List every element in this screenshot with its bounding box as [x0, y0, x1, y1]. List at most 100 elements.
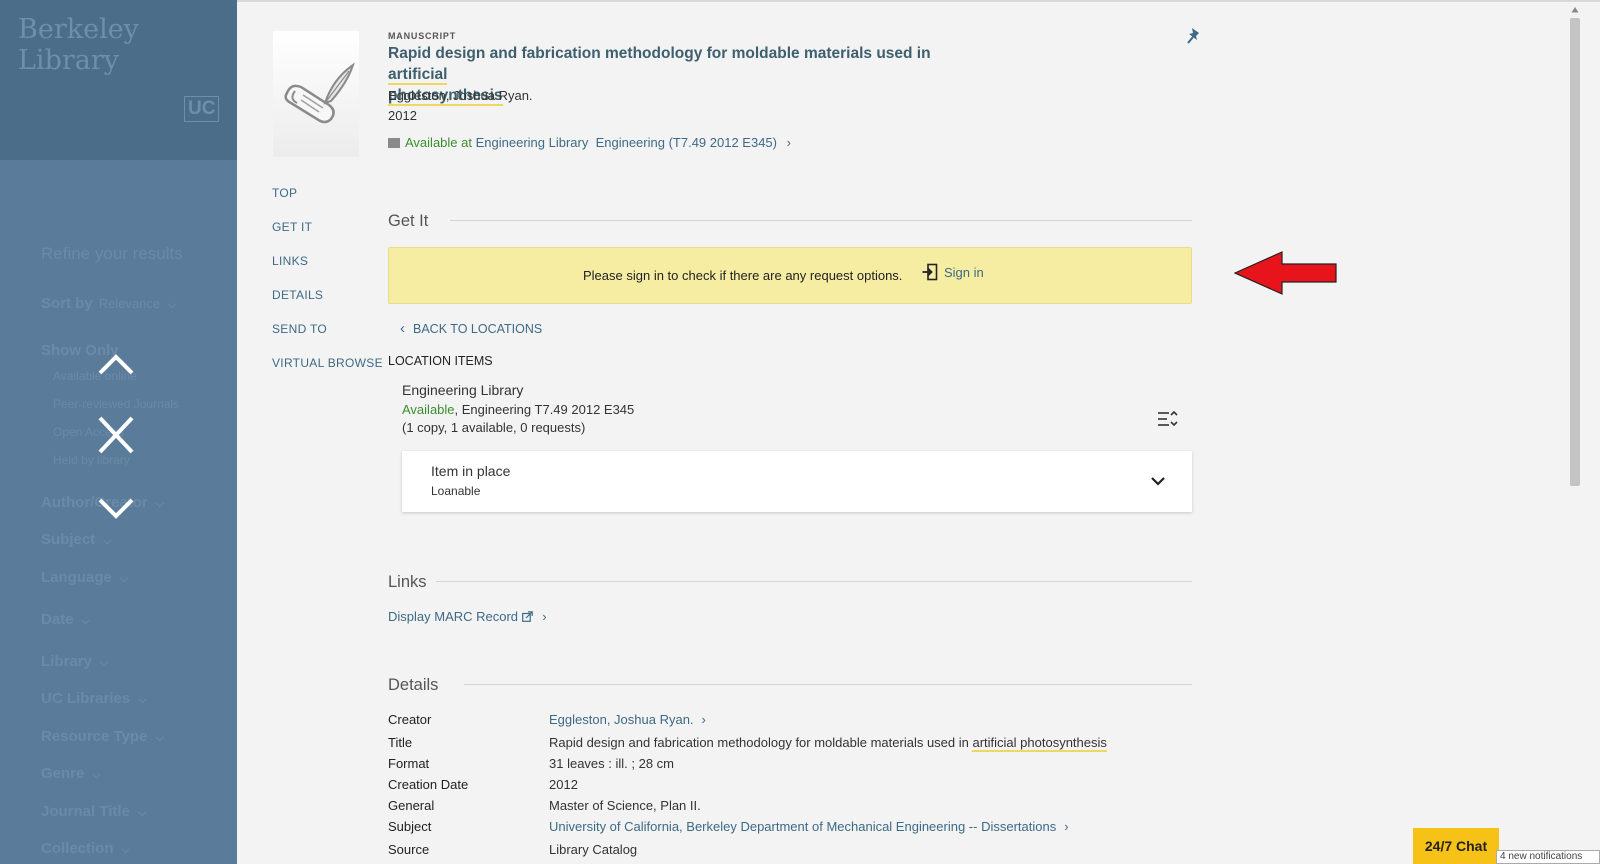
marc-label: Display MARC Record: [388, 609, 519, 624]
chevron-down-icon: ⌵: [81, 615, 90, 627]
facet-label: Subject: [41, 531, 96, 548]
next-record-icon[interactable]: [96, 494, 136, 524]
facet-label: Collection: [41, 840, 114, 857]
signin-banner: Please sign in to check if there are any…: [388, 247, 1192, 304]
external-link-icon: [521, 611, 533, 622]
subject-link[interactable]: University of California, Berkeley Depar…: [549, 819, 1069, 834]
close-icon[interactable]: [96, 414, 136, 456]
highlighted-term: artificial photosynthesis: [972, 735, 1107, 752]
chevron-down-icon: ⌵: [138, 694, 147, 706]
location-name: Engineering Library: [402, 382, 524, 398]
facet-date[interactable]: Date ⌵: [41, 611, 90, 628]
details-heading: Details: [388, 676, 439, 694]
subject-value: University of California, Berkeley Depar…: [549, 819, 1057, 834]
facet-label: Language: [41, 569, 112, 586]
detail-label: Creation Date: [388, 777, 469, 792]
source-value: Library Catalog: [549, 842, 638, 857]
book-icon: [388, 138, 400, 148]
facet-label: Date: [41, 611, 74, 628]
location-status: Available, Engineering T7.49 2012 E345: [402, 402, 634, 417]
detail-label: Creator: [388, 712, 432, 727]
location-copies: (1 copy, 1 available, 0 requests): [402, 420, 586, 435]
record-thumbnail: [273, 31, 359, 157]
facet-label: UC Libraries: [41, 690, 131, 707]
facet-label: Library: [41, 653, 92, 670]
chevron-right-icon: ›: [701, 712, 706, 727]
chevron-down-icon: ⌵: [119, 573, 129, 585]
side-nav-get-it[interactable]: GET IT: [272, 220, 312, 234]
back-to-locations-label: BACK TO LOCATIONS: [413, 322, 543, 336]
record-title-text: Rapid design and fabrication methodology…: [388, 45, 931, 62]
chevron-down-icon: ⌵: [92, 769, 101, 781]
item-title: Item in place: [431, 463, 511, 479]
section-divider: [464, 684, 1192, 685]
chevron-down-icon: ⌵: [155, 732, 164, 744]
scroll-up-icon[interactable]: [1571, 6, 1579, 14]
chevron-down-icon: ⌵: [121, 844, 130, 856]
sort-by-control[interactable]: Sort by Relevance ⌵: [41, 295, 176, 312]
detail-label: General: [388, 798, 435, 813]
chevron-right-icon: ›: [786, 135, 791, 150]
general-value: Master of Science, Plan II.: [549, 798, 701, 813]
signin-message: Please sign in to check if there are any…: [583, 268, 903, 283]
record-author: Eggleston, Joshua Ryan.: [388, 88, 533, 103]
facet-uc-libraries[interactable]: UC Libraries ⌵: [41, 690, 147, 707]
notifications-badge[interactable]: 4 new notifications: [1496, 850, 1600, 864]
chevron-left-icon: ‹: [400, 320, 405, 337]
chevron-right-icon: ›: [1064, 819, 1069, 834]
facet-label: Genre: [41, 765, 85, 782]
facet-resource-type[interactable]: Resource Type ⌵: [41, 728, 164, 745]
detail-label: Source: [388, 842, 430, 857]
availability-link[interactable]: Available at Engineering Library Enginee…: [388, 135, 791, 150]
facet-label: Journal Title: [41, 803, 130, 820]
signin-label: Sign in: [944, 264, 984, 280]
links-heading: Links: [388, 573, 427, 591]
facet-subject[interactable]: Subject ⌵: [41, 531, 112, 548]
facet-genre[interactable]: Genre ⌵: [41, 765, 101, 782]
previous-record-icon[interactable]: [96, 349, 136, 379]
sign-in-icon: [922, 263, 938, 281]
back-to-locations-link[interactable]: ‹ BACK TO LOCATIONS: [400, 320, 542, 337]
item-card[interactable]: Item in place Loanable: [402, 451, 1192, 512]
side-nav-details[interactable]: DETAILS: [272, 288, 323, 302]
uc-mark: UC: [184, 96, 220, 122]
availability-status: Available at: [405, 135, 472, 150]
creator-value: Eggleston, Joshua Ryan.: [549, 712, 694, 727]
location-availability: Available: [402, 402, 455, 417]
library-brand: Berkeley Library: [18, 14, 139, 76]
format-value: 31 leaves : ill. ; 28 cm: [549, 756, 674, 771]
detail-label: Format: [388, 756, 430, 771]
section-divider: [450, 220, 1192, 221]
location-items-label: LOCATION ITEMS: [388, 354, 493, 368]
detail-label: Subject: [388, 819, 432, 834]
title-value-text: Rapid design and fabrication methodology…: [549, 735, 973, 750]
facet-option[interactable]: Peer-reviewed Journals: [53, 397, 179, 411]
red-arrow-annotation: [1234, 251, 1337, 295]
chevron-down-icon: ⌵: [99, 657, 109, 669]
side-nav-top[interactable]: TOP: [272, 186, 297, 200]
facet-collection[interactable]: Collection ⌵: [41, 840, 130, 857]
availability-location: Engineering (T7.49 2012 E345): [595, 135, 777, 150]
chevron-down-icon: ⌵: [103, 535, 112, 547]
chevron-down-icon[interactable]: [1150, 473, 1166, 489]
creation-date-value: 2012: [549, 777, 578, 792]
location-callnumber: , Engineering T7.49 2012 E345: [454, 402, 635, 417]
library-header: Berkeley Library UC: [0, 0, 237, 160]
filter-icon[interactable]: [1157, 410, 1179, 428]
refine-results-label: Refine your results: [41, 244, 183, 263]
facet-language[interactable]: Language ⌵: [41, 569, 128, 586]
chat-button[interactable]: 24/7 Chat: [1413, 828, 1499, 864]
display-marc-record-link[interactable]: Display MARC Record ›: [388, 609, 547, 624]
pin-icon[interactable]: [1186, 27, 1202, 45]
signin-button[interactable]: Sign in: [922, 263, 984, 281]
facet-library[interactable]: Library ⌵: [41, 653, 108, 670]
side-nav-links[interactable]: LINKS: [272, 254, 308, 268]
scrollbar-thumb[interactable]: [1570, 18, 1580, 486]
facet-journal-title[interactable]: Journal Title ⌵: [41, 803, 146, 820]
side-nav-virtual-browse[interactable]: VIRTUAL BROWSE: [272, 356, 383, 370]
side-nav-send-to[interactable]: SEND TO: [272, 322, 327, 336]
record-year: 2012: [388, 108, 417, 123]
title-value: Rapid design and fabrication methodology…: [549, 735, 1107, 752]
creator-link[interactable]: Eggleston, Joshua Ryan. ›: [549, 712, 706, 727]
chevron-down-icon: ⌵: [168, 299, 177, 311]
